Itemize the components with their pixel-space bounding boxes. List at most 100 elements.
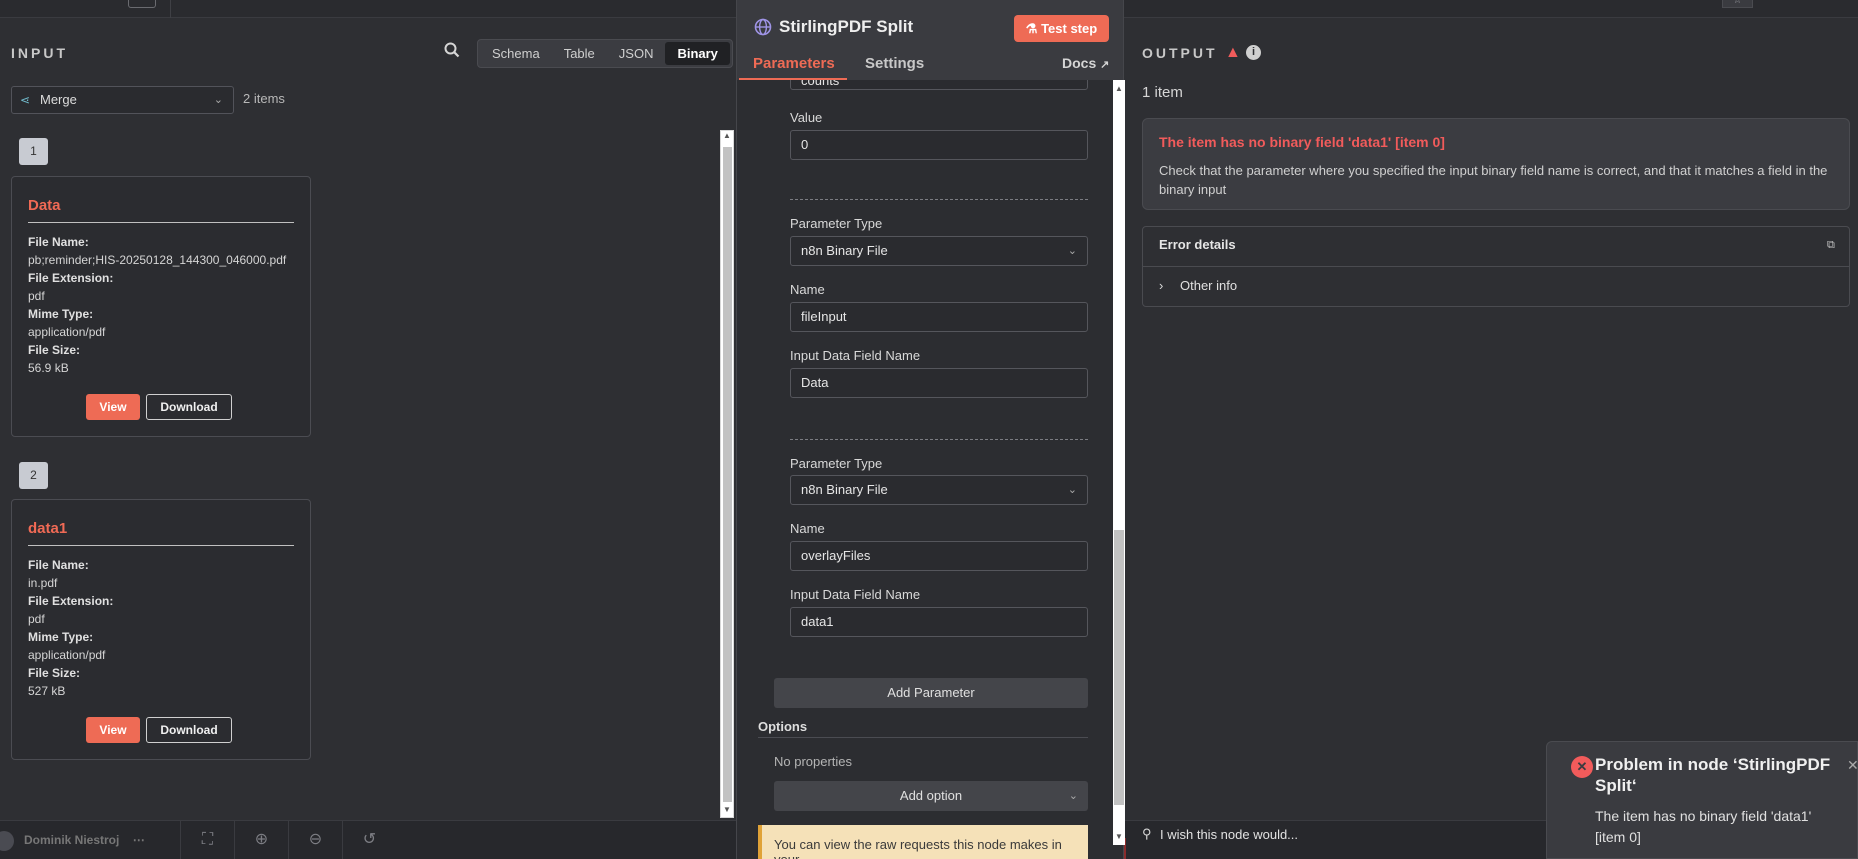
error-message-box: The item has no binary field 'data1' [it…: [1142, 118, 1850, 210]
meta-key: Mime Type:: [28, 307, 94, 321]
parameter-type-value: n8n Binary File: [801, 243, 888, 258]
binary-metadata: File Name: pb;reminder;HIS-20250128_1443…: [28, 233, 286, 377]
divider: [28, 222, 294, 223]
tab-binary[interactable]: Binary: [665, 42, 730, 65]
error-icon: ✕: [1571, 756, 1593, 778]
parameter-group-divider: [790, 199, 1088, 200]
node-feedback-link[interactable]: ⚲ I wish this node would...: [1128, 818, 1528, 854]
meta-value-file-extension: pdf: [28, 289, 45, 303]
external-link-icon: ↗: [1100, 59, 1110, 71]
no-properties-text: No properties: [774, 754, 853, 769]
item-index-badge: 2: [19, 462, 48, 489]
input-scrollbar[interactable]: ▲ ▼: [720, 130, 734, 818]
meta-value-file-name: in.pdf: [28, 576, 58, 590]
meta-key: Mime Type:: [28, 630, 94, 644]
error-details-panel: Error details ⧉ › Other info: [1142, 226, 1850, 307]
download-button[interactable]: Download: [146, 717, 232, 743]
scroll-down-icon[interactable]: ▼: [723, 805, 731, 814]
user-name: Dominik Niestroj: [24, 833, 120, 847]
close-icon[interactable]: ✕: [1847, 757, 1858, 774]
meta-value-mime-type: application/pdf: [28, 325, 106, 339]
other-info-toggle[interactable]: Other info: [1180, 278, 1237, 293]
scrollbar-thumb[interactable]: [723, 147, 732, 802]
value-label: Value: [790, 110, 823, 125]
input-data-field-name-input[interactable]: Data: [790, 368, 1088, 398]
zoom-in-icon[interactable]: ⊕: [234, 821, 288, 859]
node-title[interactable]: StirlingPDF Split: [779, 17, 913, 37]
tab-json[interactable]: JSON: [607, 42, 666, 65]
info-icon[interactable]: i: [1246, 45, 1261, 60]
value-input[interactable]: 0: [790, 130, 1088, 160]
search-icon[interactable]: [444, 42, 464, 62]
github-star-button[interactable]: ☆: [1722, 0, 1753, 8]
parameter-type-select[interactable]: n8n Binary File ⌄: [790, 475, 1088, 505]
scroll-up-icon[interactable]: ▲: [1115, 84, 1123, 93]
binary-property-name: Data: [28, 197, 61, 214]
add-option-button[interactable]: Add option ⌄: [774, 781, 1088, 811]
tab-table[interactable]: Table: [552, 42, 607, 65]
binary-data-card: Data File Name: pb;reminder;HIS-20250128…: [11, 176, 311, 437]
tab-parameters[interactable]: Parameters: [753, 55, 835, 72]
meta-key: File Size:: [28, 343, 81, 357]
input-data-field-name-input[interactable]: data1: [790, 607, 1088, 637]
view-button[interactable]: View: [86, 717, 140, 743]
input-node-select[interactable]: ⋖ Merge ⌄: [11, 86, 234, 114]
workflow-menu-button[interactable]: [128, 0, 156, 8]
fit-view-icon[interactable]: ⛶: [180, 821, 234, 859]
copy-icon[interactable]: ⧉: [1827, 239, 1835, 252]
reset-zoom-icon[interactable]: ↺: [342, 821, 396, 859]
n8n-logo: [4, 0, 34, 10]
chevron-right-icon[interactable]: ›: [1159, 278, 1163, 293]
scroll-up-icon[interactable]: ▲: [723, 131, 731, 140]
parameters-scroll-area[interactable]: counts Value 0 Parameter Type n8n Binary…: [737, 80, 1123, 859]
tab-settings[interactable]: Settings: [865, 55, 924, 72]
toast-message: The item has no binary field 'data1' [it…: [1595, 808, 1812, 845]
meta-value-file-name: pb;reminder;HIS-20250128_144300_046000.p…: [28, 253, 287, 267]
name-input[interactable]: overlayFiles: [790, 541, 1088, 571]
user-menu[interactable]: Dominik Niestroj ⋯: [0, 831, 170, 857]
scroll-down-icon[interactable]: ▼: [1115, 832, 1123, 841]
parameter-type-label: Parameter Type: [790, 216, 883, 231]
meta-key: File Extension:: [28, 594, 114, 608]
node-parameters-panel: StirlingPDF Split ⚗ Test step Parameters…: [736, 0, 1125, 859]
name-input[interactable]: fileInput: [790, 302, 1088, 332]
error-toast: ✕ Problem in node ‘StirlingPDF Split‘ Th…: [1546, 741, 1858, 859]
binary-property-name: data1: [28, 520, 68, 537]
globe-icon: [754, 18, 772, 41]
parameter-type-select[interactable]: n8n Binary File ⌄: [790, 236, 1088, 266]
toast-title: Problem in node ‘StirlingPDF Split‘: [1595, 755, 1831, 795]
test-step-button[interactable]: ⚗ Test step: [1014, 15, 1109, 42]
merge-node-icon: ⋖: [20, 93, 31, 107]
chevron-down-icon: ⌄: [1067, 245, 1077, 257]
more-icon[interactable]: ⋯: [133, 833, 145, 847]
options-title: Options: [758, 719, 808, 734]
meta-value-file-size: 527 kB: [28, 684, 66, 698]
divider: [28, 545, 294, 546]
topbar-divider: [170, 0, 171, 18]
meta-key: File Size:: [28, 666, 81, 680]
meta-value-file-size: 56.9 kB: [28, 361, 69, 375]
view-button[interactable]: View: [86, 394, 140, 420]
flask-icon: ⚗: [1025, 21, 1042, 36]
display-mode-tabs: Schema Table JSON Binary: [477, 39, 733, 68]
download-button[interactable]: Download: [146, 394, 232, 420]
parameter-value-input-cut[interactable]: counts: [790, 80, 1088, 90]
docs-link[interactable]: Docs ↗: [1062, 55, 1109, 71]
add-option-label: Add option: [899, 788, 963, 803]
zoom-out-icon[interactable]: ⊖: [288, 821, 342, 859]
scrollbar-thumb[interactable]: [1114, 530, 1124, 805]
node-header: StirlingPDF Split ⚗ Test step Parameters…: [737, 0, 1123, 80]
meta-value-mime-type: application/pdf: [28, 648, 106, 662]
meta-key: File Name:: [28, 558, 89, 572]
lightbulb-icon: ⚲: [1142, 826, 1152, 841]
parameter-group-divider: [790, 439, 1088, 440]
error-title: The item has no binary field 'data1' [it…: [1159, 134, 1445, 150]
binary-metadata: File Name: in.pdf File Extension: pdf Mi…: [28, 556, 113, 700]
meta-key: File Name:: [28, 235, 89, 249]
add-parameter-button[interactable]: Add Parameter: [774, 678, 1088, 708]
warning-icon: ▲: [1225, 44, 1241, 61]
binary-data-card: data1 File Name: in.pdf File Extension: …: [11, 499, 311, 760]
tab-schema[interactable]: Schema: [480, 42, 552, 65]
parameter-type-value: n8n Binary File: [801, 482, 888, 497]
input-node-name: Merge: [40, 92, 77, 107]
